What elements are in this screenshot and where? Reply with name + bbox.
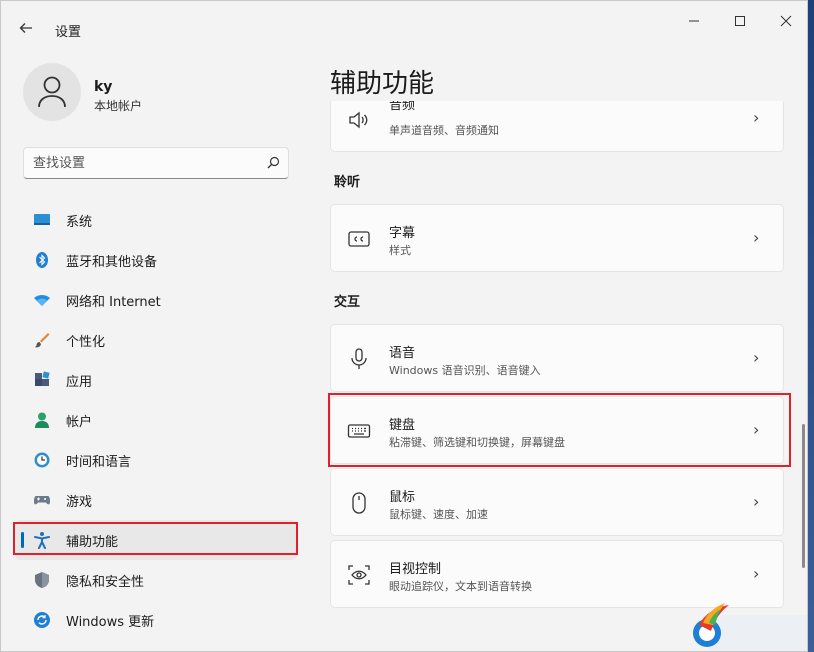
sidebar-item-label: 网络和 Internet	[66, 295, 161, 310]
card-title: 语音	[389, 346, 416, 361]
maximize-icon	[735, 16, 745, 26]
person-icon	[38, 76, 66, 108]
sidebar-item-network[interactable]: 网络和 Internet	[15, 280, 297, 320]
user-name: ky	[94, 79, 113, 95]
watermark-logo	[693, 603, 807, 651]
card-subtitle: 眼动追踪仪，文本到语音转换	[389, 580, 532, 593]
card-title: 字幕	[389, 226, 416, 241]
highlight-box-keyboard	[328, 393, 791, 467]
sidebar-item-label: 时间和语言	[66, 455, 132, 470]
account-type: 本地帐户	[94, 99, 143, 113]
update-icon	[34, 612, 50, 628]
sidebar-item-gaming[interactable]: 游戏	[15, 480, 297, 520]
avatar[interactable]	[23, 63, 81, 121]
settings-window: 设置 ky 本地帐户 系统 蓝牙和其他设备	[0, 0, 808, 652]
close-button[interactable]	[766, 11, 806, 35]
apps-icon	[35, 371, 50, 386]
card-subtitle: 鼠标键、速度、加速	[389, 508, 488, 521]
audio-card[interactable]: 音频 单声道音频、音频通知 ›	[330, 101, 784, 152]
account-icon	[35, 412, 49, 428]
back-button[interactable]	[15, 17, 37, 39]
app-title: 设置	[55, 25, 82, 40]
mouse-card[interactable]: 鼠标 鼠标键、速度、加速 ›	[330, 468, 784, 536]
highlight-box-nav	[13, 522, 298, 555]
sidebar-item-privacy[interactable]: 隐私和安全性	[15, 560, 297, 600]
sidebar-item-label: 隐私和安全性	[66, 575, 145, 590]
minimize-button[interactable]	[674, 11, 714, 35]
brush-icon	[34, 333, 50, 348]
card-subtitle: 样式	[389, 244, 411, 257]
search-box[interactable]	[23, 147, 289, 179]
sidebar-item-label: 蓝牙和其他设备	[66, 255, 158, 270]
chevron-right-icon: ›	[753, 228, 760, 247]
sidebar-item-label: 游戏	[66, 495, 93, 510]
sidebar-item-label: 系统	[66, 215, 93, 230]
speech-card[interactable]: 语音 Windows 语音识别、语音键入 ›	[330, 324, 784, 392]
title-bar: 设置	[1, 1, 807, 49]
page-title: 辅助功能	[330, 69, 435, 99]
sidebar-item-label: 个性化	[66, 335, 106, 350]
card-title: 音频	[389, 101, 416, 113]
card-subtitle: 单声道音频、音频通知	[389, 124, 499, 137]
monitor-icon	[34, 214, 50, 225]
eye-control-icon	[348, 565, 370, 585]
gamepad-icon	[34, 496, 50, 505]
back-arrow-icon	[19, 23, 32, 33]
microphone-icon	[351, 348, 367, 369]
sidebar-item-label: 帐户	[66, 415, 93, 430]
settings-content: 音频 单声道音频、音频通知 › 聆听 字幕 样式 › 交互 语音 Windows…	[330, 101, 800, 651]
sidebar-item-system[interactable]: 系统	[15, 200, 297, 240]
sidebar-item-bluetooth[interactable]: 蓝牙和其他设备	[15, 240, 297, 280]
card-title: 鼠标	[389, 490, 416, 505]
sidebar-nav: 系统 蓝牙和其他设备 网络和 Internet 个性化 应用 帐户 时间和语言	[15, 200, 297, 640]
search-input[interactable]	[33, 153, 253, 173]
captions-icon	[348, 231, 370, 247]
maximize-button[interactable]	[720, 11, 760, 35]
chevron-right-icon: ›	[753, 492, 760, 511]
clock-globe-icon	[34, 452, 50, 468]
section-header-hearing: 聆听	[334, 175, 361, 190]
search-icon[interactable]	[265, 155, 281, 171]
section-header-interaction: 交互	[334, 295, 361, 310]
sidebar-item-personalization[interactable]: 个性化	[15, 320, 297, 360]
close-icon	[780, 15, 792, 27]
speaker-icon	[349, 111, 368, 129]
wifi-icon	[34, 295, 50, 306]
minimize-icon	[689, 20, 699, 22]
sidebar-item-label: Windows 更新	[66, 615, 155, 630]
chevron-right-icon: ›	[753, 564, 760, 583]
chevron-right-icon: ›	[753, 108, 760, 127]
sidebar-item-label: 应用	[66, 375, 93, 390]
scrollbar[interactable]	[802, 424, 805, 568]
card-subtitle: Windows 语音识别、语音键入	[389, 364, 541, 377]
bluetooth-icon	[36, 252, 48, 268]
shield-icon	[35, 572, 49, 588]
desktop-background	[808, 0, 814, 652]
captions-card[interactable]: 字幕 样式 ›	[330, 204, 784, 272]
sidebar-item-time-language[interactable]: 时间和语言	[15, 440, 297, 480]
sidebar-item-accounts[interactable]: 帐户	[15, 400, 297, 440]
sidebar-item-windows-update[interactable]: Windows 更新	[15, 600, 297, 640]
chevron-right-icon: ›	[753, 348, 760, 367]
card-title: 目视控制	[389, 562, 442, 577]
sidebar-item-apps[interactable]: 应用	[15, 360, 297, 400]
mouse-icon	[352, 492, 366, 514]
